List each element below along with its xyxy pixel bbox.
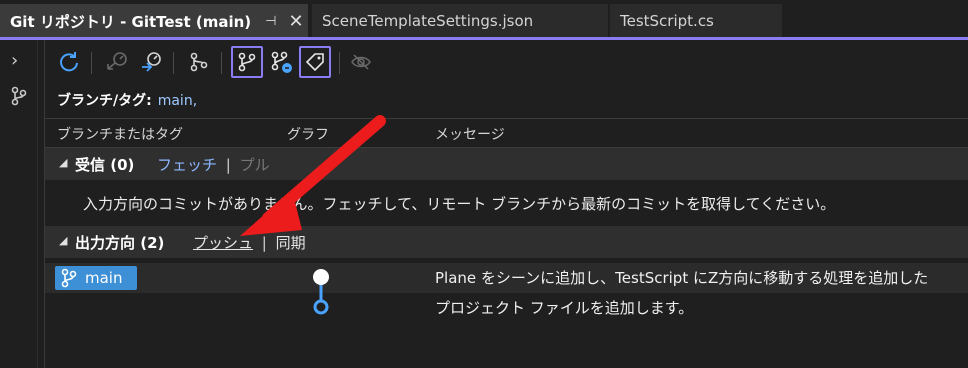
red-arrow-annotation	[240, 115, 386, 236]
